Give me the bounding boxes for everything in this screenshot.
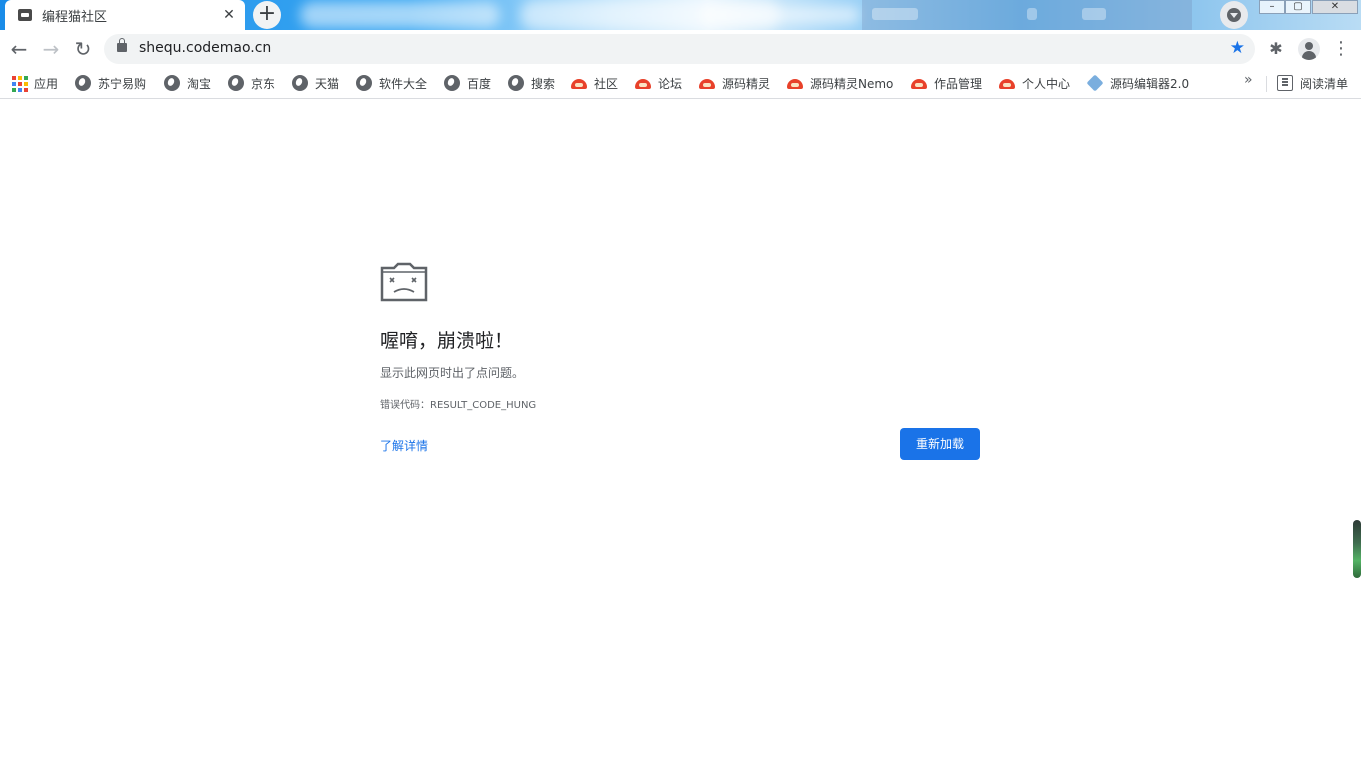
- bookmark-label: 源码编辑器2.0: [1110, 76, 1190, 91]
- bookmark-label: 天猫: [315, 76, 340, 91]
- tab-codemao[interactable]: 编程猫社区 ✕: [5, 0, 245, 30]
- codemao-icon: [699, 75, 715, 91]
- close-window-button[interactable]: ✕: [1312, 0, 1358, 14]
- bookmarks-overflow-icon[interactable]: »: [1244, 72, 1253, 88]
- bookmark-software[interactable]: 软件大全: [356, 72, 427, 94]
- bookmark-work-manage[interactable]: 作品管理: [911, 72, 982, 94]
- scrollbar-thumb[interactable]: [1353, 520, 1361, 578]
- bookmark-source-sprite-nemo[interactable]: 源码精灵Nemo: [787, 72, 893, 94]
- profile-avatar[interactable]: [1298, 38, 1320, 60]
- new-tab-button[interactable]: +: [253, 1, 281, 29]
- bookmark-tmall[interactable]: 天猫: [292, 72, 339, 94]
- tab-title: 编程猫社区: [42, 9, 108, 25]
- globe-icon: [75, 75, 91, 91]
- bookmark-label: 社区: [594, 76, 619, 91]
- globe-icon: [444, 75, 460, 91]
- bookmark-taobao[interactable]: 淘宝: [164, 72, 211, 94]
- bookmarks-divider: [1266, 76, 1267, 92]
- bookmark-suning[interactable]: 苏宁易购: [75, 72, 146, 94]
- sad-tab-icon: [380, 262, 428, 302]
- bookmark-star-icon[interactable]: ★: [1230, 38, 1245, 58]
- nemo-icon: [1087, 75, 1103, 91]
- maximize-button[interactable]: ▢: [1285, 0, 1311, 14]
- bookmark-jd[interactable]: 京东: [228, 72, 275, 94]
- bookmark-community[interactable]: 社区: [571, 72, 618, 94]
- forward-button[interactable]: →: [36, 34, 66, 64]
- lock-icon[interactable]: [117, 38, 127, 52]
- tab-favicon-icon: [18, 9, 32, 21]
- bookmark-label: 京东: [251, 76, 276, 91]
- bookmark-label: 淘宝: [187, 76, 212, 91]
- url-text[interactable]: shequ.codemao.cn: [139, 40, 271, 56]
- extensions-puzzle-icon[interactable]: ✱: [1266, 39, 1286, 59]
- bookmark-label: 百度: [467, 76, 492, 91]
- globe-icon: [292, 75, 308, 91]
- reload-page-button[interactable]: 重新加载: [900, 428, 980, 460]
- bookmark-baidu[interactable]: 百度: [444, 72, 491, 94]
- back-button[interactable]: ←: [4, 34, 34, 64]
- codemao-icon: [635, 75, 651, 91]
- crash-title: 喔唷，崩溃啦！: [380, 330, 514, 352]
- crash-message: 显示此网页时出了点问题。: [380, 366, 525, 380]
- globe-icon: [356, 75, 372, 91]
- bookmark-label: 应用: [34, 76, 59, 91]
- bookmark-label: 个人中心: [1022, 76, 1071, 91]
- codemao-icon: [911, 75, 927, 91]
- globe-icon: [508, 75, 524, 91]
- learn-more-link[interactable]: 了解详情: [380, 437, 428, 454]
- bookmark-editor-2[interactable]: 源码编辑器2.0: [1087, 72, 1189, 94]
- reading-list-button[interactable]: 阅读清单: [1277, 72, 1348, 94]
- bookmark-label: 搜索: [531, 76, 556, 91]
- apps-grid-icon: [11, 75, 28, 92]
- minimize-button[interactable]: –: [1259, 0, 1285, 14]
- bookmark-label: 源码精灵: [722, 76, 771, 91]
- bookmarks-bar: 应用 苏宁易购 淘宝 京东 天猫 软件大全 百度 搜索 社区 论坛 源码精灵 源…: [0, 68, 1361, 99]
- bookmark-label: 源码精灵Nemo: [810, 76, 894, 91]
- bookmark-label: 软件大全: [379, 76, 428, 91]
- bookmark-source-sprite[interactable]: 源码精灵: [699, 72, 770, 94]
- bookmark-label: 论坛: [658, 76, 683, 91]
- codemao-icon: [787, 75, 803, 91]
- reload-button[interactable]: ↻: [68, 34, 98, 64]
- tab-strip: 编程猫社区 ✕ + – ▢ ✕: [0, 0, 1361, 30]
- reading-list-icon: [1277, 75, 1293, 91]
- menu-kebab-icon[interactable]: ⋮: [1331, 39, 1351, 59]
- bookmark-search[interactable]: 搜索: [508, 72, 555, 94]
- globe-icon: [164, 75, 180, 91]
- address-bar[interactable]: shequ.codemao.cn ★: [104, 34, 1255, 64]
- codemao-icon: [571, 75, 587, 91]
- overlay-panel: [862, 0, 1192, 30]
- browser-toolbar: ← → ↻ shequ.codemao.cn ★ ✱ ⋮: [0, 30, 1361, 68]
- bookmark-forum[interactable]: 论坛: [635, 72, 682, 94]
- tab-search-button[interactable]: [1220, 1, 1248, 29]
- globe-icon: [228, 75, 244, 91]
- bookmark-label: 作品管理: [934, 76, 983, 91]
- bookmark-apps[interactable]: 应用: [11, 72, 58, 94]
- bookmark-profile-center[interactable]: 个人中心: [999, 72, 1070, 94]
- codemao-icon: [999, 75, 1015, 91]
- reading-list-label: 阅读清单: [1300, 76, 1349, 91]
- error-code: 错误代码：RESULT_CODE_HUNG: [380, 400, 537, 411]
- tab-close-icon[interactable]: ✕: [221, 7, 237, 23]
- bookmark-label: 苏宁易购: [98, 76, 147, 91]
